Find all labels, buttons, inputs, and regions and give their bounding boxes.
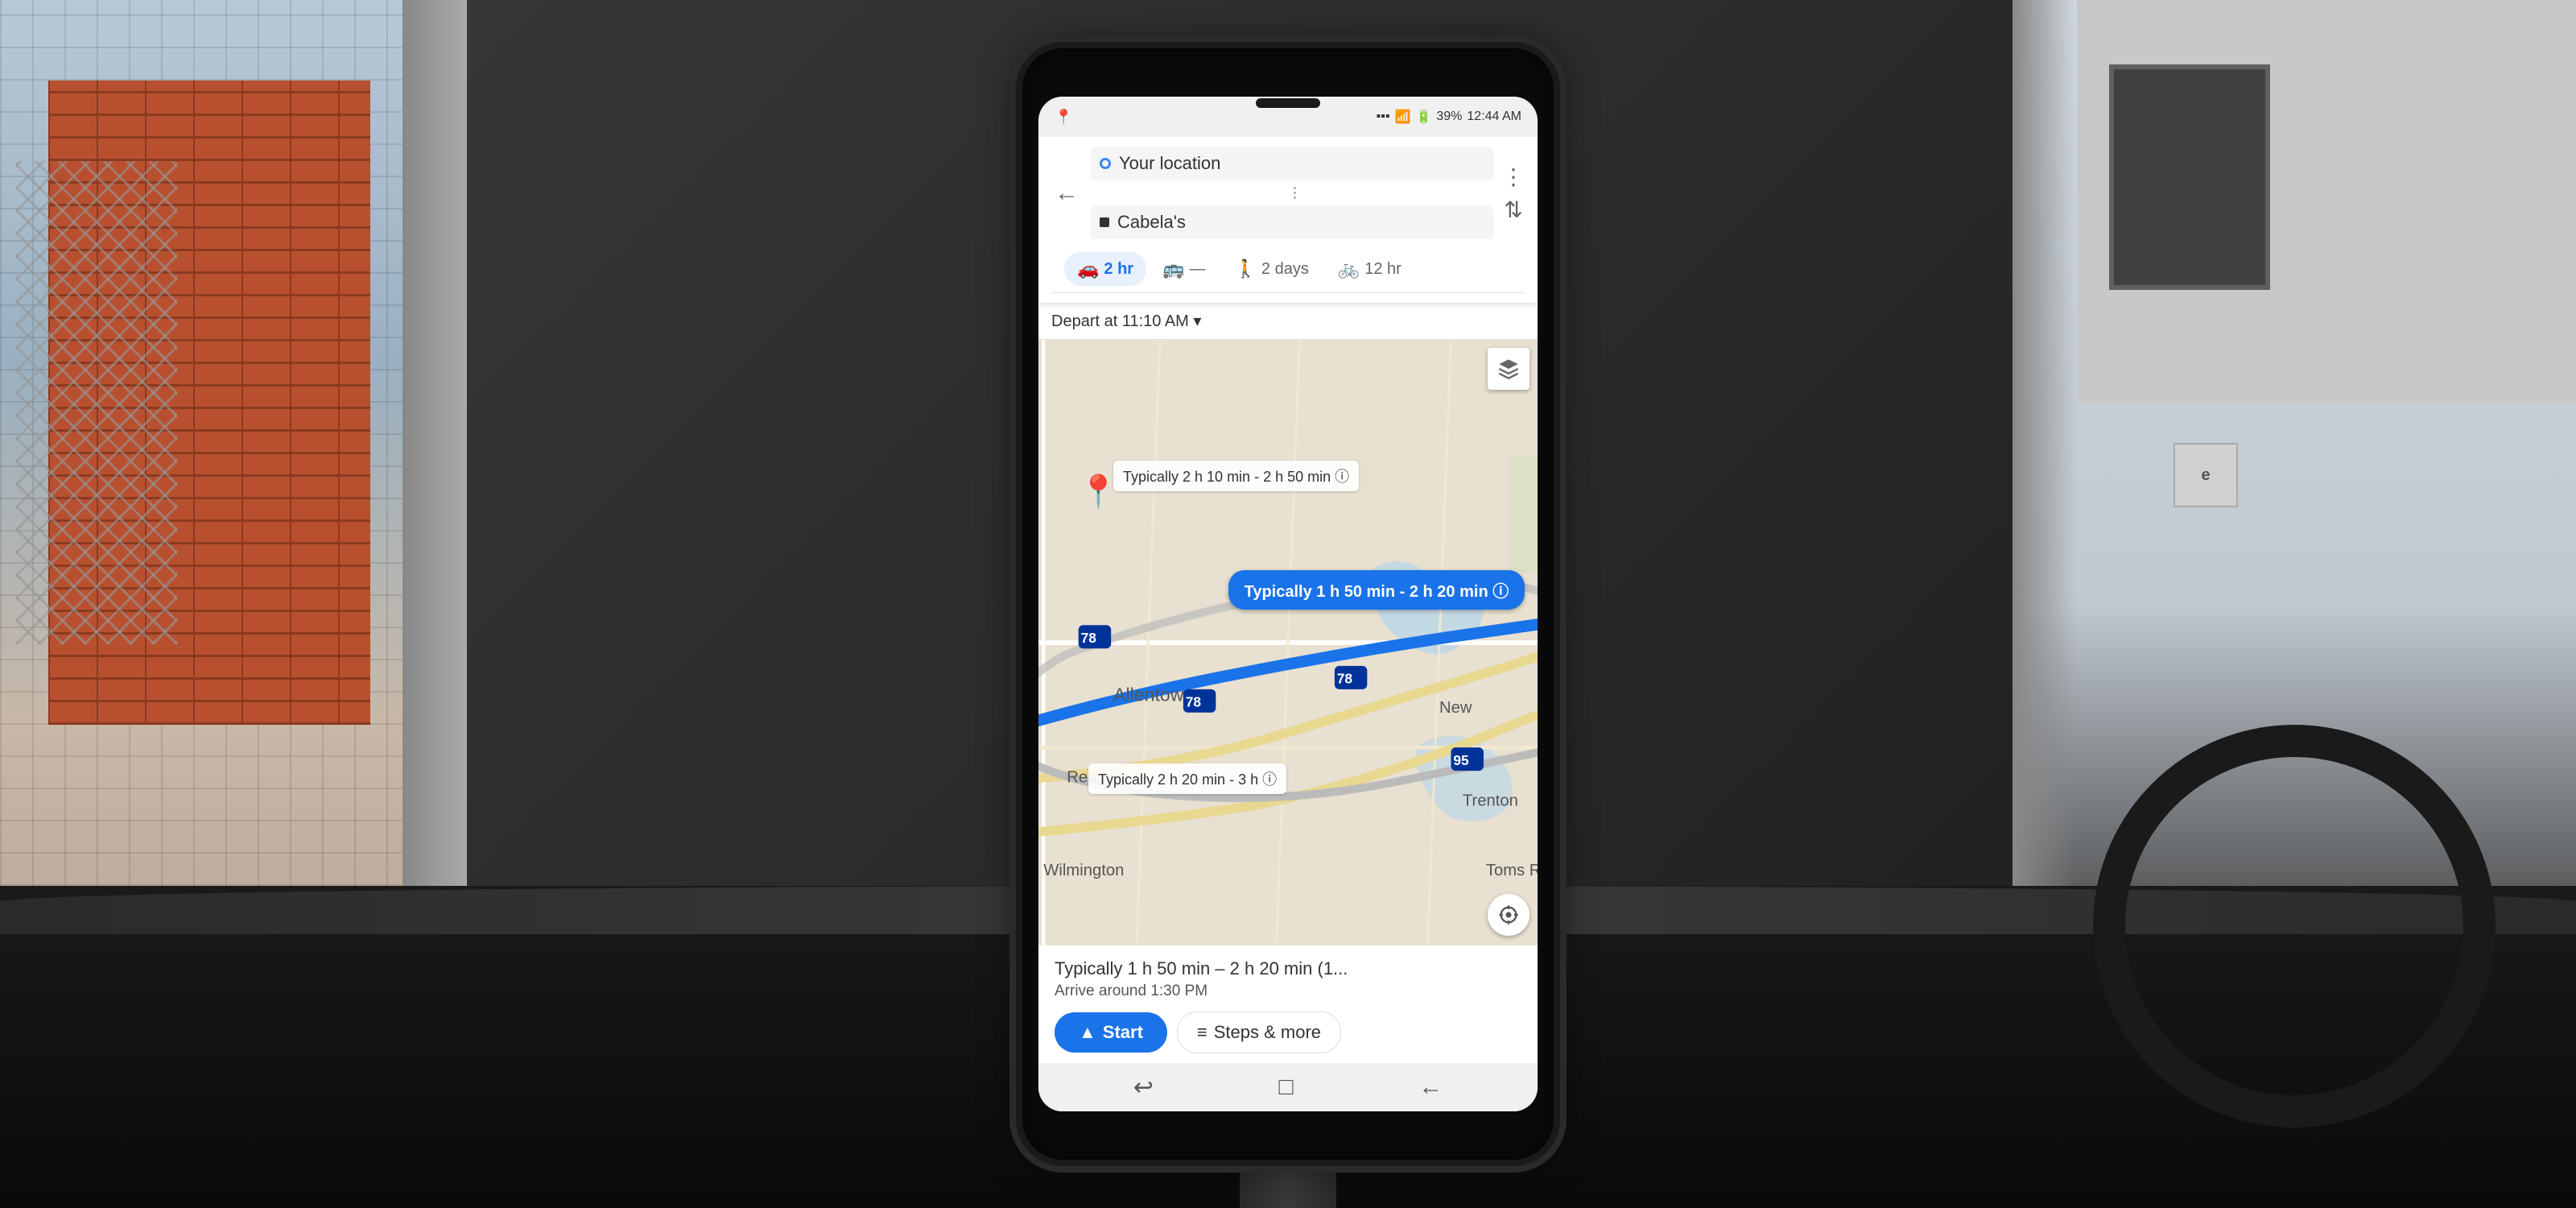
my-location-button[interactable]	[1488, 894, 1530, 936]
depart-time-label: Depart at 11:10 AM	[1051, 312, 1189, 330]
walk-icon: 🚶	[1235, 259, 1257, 279]
origin-text: Your location	[1119, 153, 1484, 174]
phone-screen: 📍 ▪▪▪ 📶 🔋 39% 12:44 AM ←	[1038, 97, 1538, 1111]
car-interior: 149 e	[0, 0, 2576, 1208]
svg-text:78: 78	[1186, 694, 1202, 710]
connector-dot-2	[1294, 192, 1296, 194]
walk-tab-label: 2 days	[1261, 260, 1309, 279]
transport-tab-transit[interactable]: 🚌 —	[1150, 252, 1218, 286]
phone-nav-bar: ↩ □ ←	[1038, 1063, 1538, 1111]
svg-text:Allentown: Allentown	[1113, 684, 1194, 705]
location-status-icon: 📍	[1055, 109, 1072, 126]
destination-dot-icon	[1100, 217, 1109, 227]
map-area[interactable]: Allentown Reading New Trenton Toms River…	[1038, 340, 1538, 945]
phone-speaker	[1256, 98, 1320, 108]
destination-text: Cabela's	[1117, 212, 1484, 233]
bike-icon: 🚲	[1338, 259, 1360, 279]
svg-text:78: 78	[1337, 671, 1353, 687]
route-time-label-1[interactable]: Typically 2 h 10 min - 2 h 50 min ⓘ	[1113, 461, 1359, 491]
home-button[interactable]: □	[1279, 1074, 1294, 1101]
selected-route-label[interactable]: Typically 1 h 50 min - 2 h 20 min ⓘ	[1228, 570, 1525, 610]
status-right: ▪▪▪ 📶 🔋 39% 12:44 AM	[1377, 109, 1522, 125]
bus-icon: 🚌	[1162, 259, 1184, 279]
search-fields: Your location Cabela's	[1090, 147, 1494, 239]
svg-text:New: New	[1439, 699, 1472, 717]
route-summary: Typically 1 h 50 min – 2 h 20 min (1...	[1055, 958, 1521, 979]
start-label: Start	[1103, 1022, 1143, 1043]
map-svg: Allentown Reading New Trenton Toms River…	[1038, 340, 1538, 945]
arrive-time: Arrive around 1:30 PM	[1055, 983, 1521, 1000]
start-navigation-button[interactable]: ▲ Start	[1055, 1012, 1167, 1053]
maps-app: ← Your location	[1038, 137, 1538, 1111]
search-row: ← Your location	[1051, 147, 1525, 239]
svg-text:Toms River: Toms River	[1486, 862, 1538, 879]
wifi-icon: 📶	[1395, 109, 1411, 125]
origin-pin: 📍	[1079, 473, 1119, 511]
start-icon: ▲	[1079, 1022, 1096, 1043]
svg-text:95: 95	[1453, 752, 1469, 768]
bike-tab-label: 12 hr	[1364, 260, 1402, 279]
bottom-panel: Typically 1 h 50 min – 2 h 20 min (1... …	[1038, 945, 1538, 1063]
time-label: 12:44 AM	[1467, 110, 1521, 124]
depart-time-row[interactable]: Depart at 11:10 AM ▾	[1038, 303, 1538, 340]
svg-text:Wilmington: Wilmington	[1043, 862, 1124, 879]
depart-dropdown-icon: ▾	[1193, 312, 1201, 330]
map-layer-button[interactable]	[1488, 348, 1530, 390]
status-left: 📍	[1055, 109, 1072, 126]
car-icon: 🚗	[1077, 259, 1099, 279]
signal-icon: ▪▪▪	[1377, 110, 1390, 124]
swap-directions-button[interactable]: ⇅	[1504, 197, 1522, 223]
phone-device: 📍 ▪▪▪ 📶 🔋 39% 12:44 AM ←	[1022, 48, 1554, 1160]
chain-link-fence	[16, 161, 177, 644]
transport-mode-tabs: 🚗 2 hr 🚌 — 🚶 2 days 🚲	[1051, 246, 1525, 293]
battery-label: 39%	[1436, 110, 1462, 124]
transit-tab-label: —	[1190, 260, 1206, 279]
origin-field[interactable]: Your location	[1090, 147, 1494, 180]
recent-apps-button[interactable]: ↩	[1133, 1074, 1154, 1102]
more-options-button[interactable]: ⋮	[1502, 163, 1525, 190]
action-buttons: ▲ Start ≡ Steps & more	[1055, 1011, 1521, 1053]
route-time-label-2[interactable]: Typically 2 h 20 min - 3 h ⓘ	[1088, 763, 1286, 794]
connector-dot-1	[1294, 187, 1296, 189]
connector-dot-3	[1294, 197, 1296, 199]
steering-wheel	[2093, 725, 2496, 1127]
back-nav-button[interactable]: ←	[1418, 1074, 1443, 1101]
transport-tab-walk[interactable]: 🚶 2 days	[1222, 252, 1322, 286]
back-button[interactable]: ←	[1051, 176, 1082, 210]
svg-text:Trenton: Trenton	[1463, 792, 1518, 809]
car-tab-label: 2 hr	[1104, 260, 1133, 279]
transport-tab-car[interactable]: 🚗 2 hr	[1064, 252, 1146, 286]
steps-icon: ≡	[1197, 1022, 1208, 1043]
steps-more-button[interactable]: ≡ Steps & more	[1177, 1011, 1341, 1053]
origin-dot-icon	[1100, 158, 1111, 169]
steps-label: Steps & more	[1214, 1022, 1321, 1043]
transport-tab-bike[interactable]: 🚲 12 hr	[1325, 252, 1414, 286]
battery-icon: 🔋	[1415, 109, 1431, 125]
route-connector	[1095, 185, 1494, 201]
destination-field[interactable]: Cabela's	[1090, 205, 1494, 239]
svg-text:78: 78	[1081, 630, 1097, 646]
search-area: ← Your location	[1038, 137, 1538, 303]
